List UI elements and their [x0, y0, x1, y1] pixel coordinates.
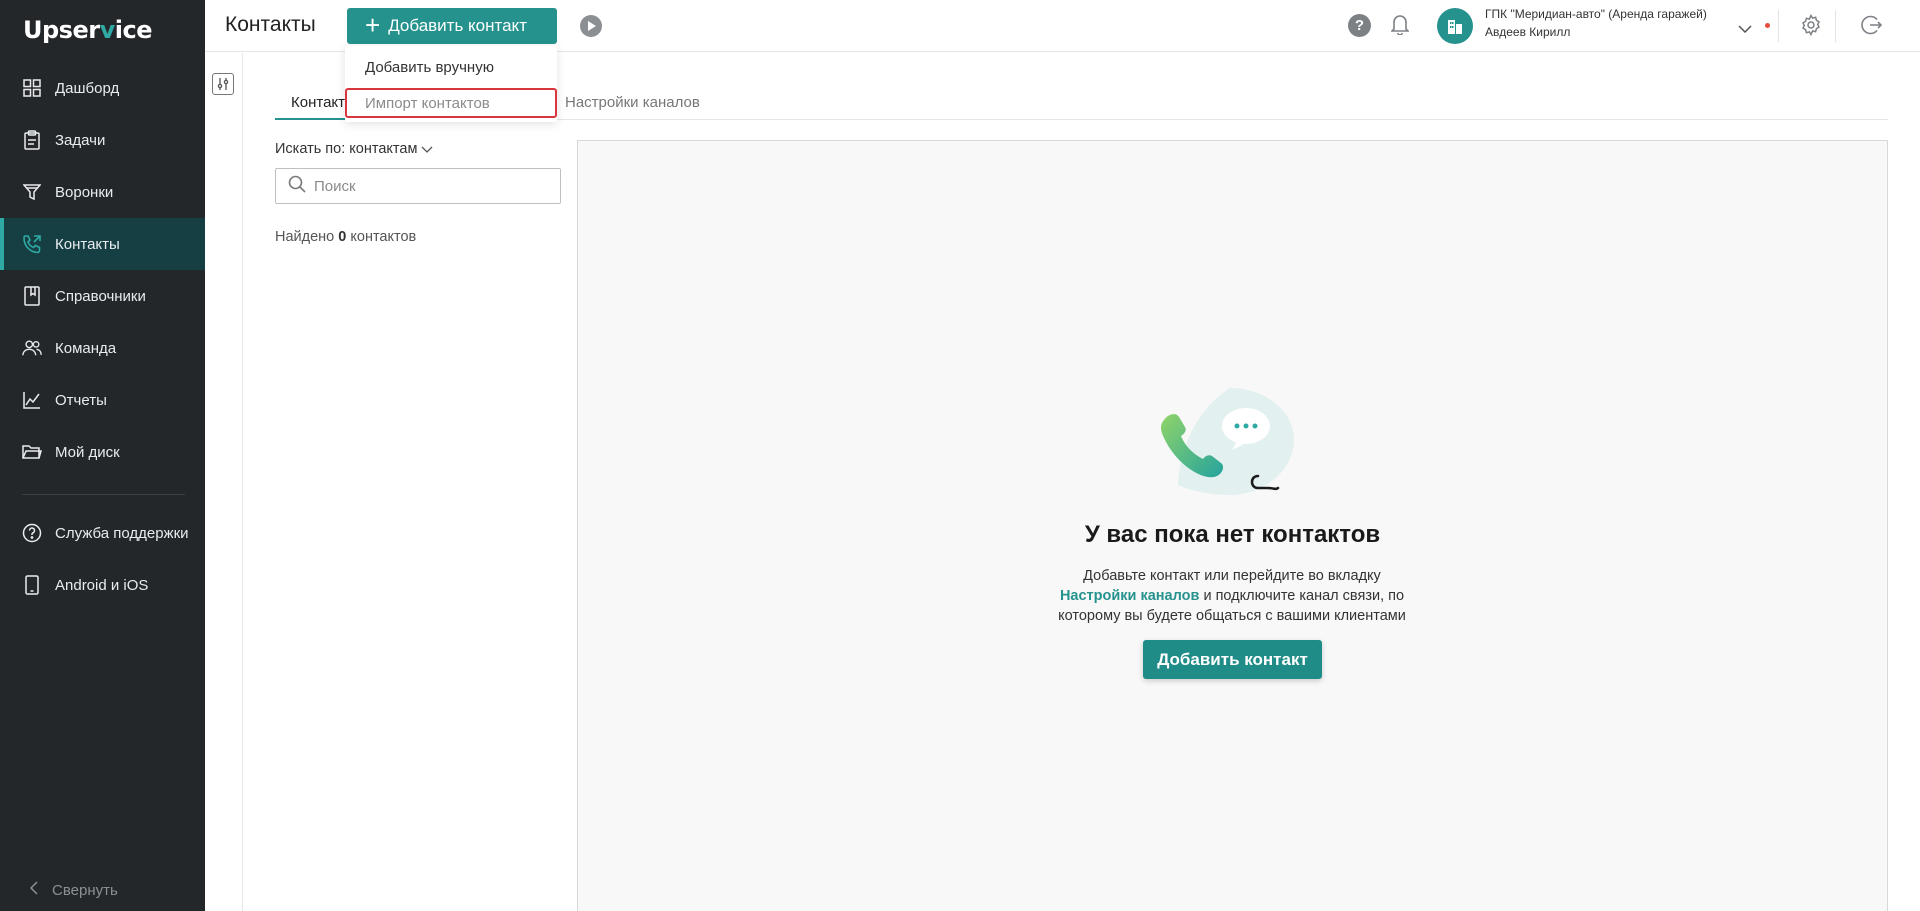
sidebar-item-label: Воронки	[55, 183, 114, 201]
sidebar-item-tasks[interactable]: Задачи	[0, 114, 205, 166]
sidebar: Upservice Дашборд Задачи Воронки Контакт…	[0, 0, 205, 911]
book-icon	[22, 286, 42, 306]
collapse-sidebar-button[interactable]: Свернуть	[29, 881, 118, 899]
sidebar-item-dashboard[interactable]: Дашборд	[0, 62, 205, 114]
search-by-select[interactable]: Искать по: контактам	[275, 141, 433, 157]
sidebar-item-reports[interactable]: Отчеты	[0, 374, 205, 426]
dashboard-icon	[22, 78, 42, 98]
funnel-icon	[22, 182, 42, 202]
import-contacts-label: Импорт контактов	[365, 94, 490, 112]
play-video-icon[interactable]	[580, 15, 602, 37]
sidebar-item-label: Задачи	[55, 131, 106, 149]
sidebar-item-label: Отчеты	[55, 391, 107, 409]
empty-contacts-illustration	[1158, 388, 1310, 507]
folder-icon	[22, 442, 42, 462]
sidebar-item-label: Служба поддержки	[55, 524, 189, 542]
filter-strip	[205, 53, 243, 911]
import-contacts-item[interactable]: Импорт контактов	[345, 86, 557, 120]
user-name: Авдеев Кирилл	[1485, 25, 1571, 39]
plus-icon: +	[365, 9, 381, 40]
page-title: Контакты	[225, 13, 316, 36]
tab-channel-settings[interactable]: Настройки каналов	[565, 94, 700, 111]
chevron-down-icon[interactable]	[1738, 20, 1752, 37]
chevron-left-icon	[29, 881, 38, 899]
search-icon	[288, 175, 306, 197]
found-count-value: 0	[338, 229, 347, 245]
sidebar-item-label: Мой диск	[55, 443, 120, 461]
mobile-icon	[22, 575, 42, 595]
sidebar-item-label: Контакты	[55, 235, 120, 253]
sidebar-item-support[interactable]: Служба поддержки	[0, 507, 205, 559]
filter-settings-icon[interactable]	[212, 73, 234, 95]
empty-state-description: Добавьте контакт или перейдите во вкладк…	[1058, 568, 1406, 624]
bell-icon[interactable]	[1390, 13, 1410, 39]
channel-settings-link[interactable]: Настройки каналов	[1060, 588, 1199, 604]
sidebar-item-team[interactable]: Команда	[0, 322, 205, 374]
notification-dot	[1765, 23, 1770, 28]
found-count: Найдено 0 контактов	[275, 229, 417, 245]
header-divider	[1778, 10, 1779, 42]
gear-icon[interactable]	[1800, 13, 1822, 40]
search-by-label: Искать по: контактам	[275, 141, 418, 157]
search-input[interactable]	[314, 177, 554, 195]
sidebar-item-mobile-apps[interactable]: Android и iOS	[0, 559, 205, 611]
header-divider	[1835, 10, 1836, 42]
top-header: Контакты + Добавить контакт ? ГПК "Мерид…	[205, 0, 1920, 52]
sidebar-item-label: Android и iOS	[55, 576, 149, 594]
search-field[interactable]	[275, 168, 561, 204]
sidebar-divider	[22, 494, 185, 495]
sidebar-item-label: Команда	[55, 339, 117, 357]
empty-state-title: У вас пока нет контактов	[1084, 521, 1381, 548]
tab-contacts[interactable]: Контакт	[274, 94, 348, 120]
tasks-icon	[22, 130, 42, 150]
help-circle-icon	[22, 523, 42, 543]
add-contact-dropdown: Добавить вручную Импорт контактов	[345, 46, 557, 122]
sidebar-item-directories[interactable]: Справочники	[0, 270, 205, 322]
collapse-label: Свернуть	[52, 881, 118, 899]
add-manually-item[interactable]: Добавить вручную	[345, 50, 557, 84]
add-contact-button[interactable]: + Добавить контакт	[347, 8, 557, 44]
sidebar-item-my-disk[interactable]: Мой диск	[0, 426, 205, 478]
app-logo[interactable]: Upservice	[23, 16, 152, 44]
organization-name: ГПК "Меридиан-авто" (Аренда гаражей)	[1485, 7, 1707, 21]
sidebar-nav: Дашборд Задачи Воронки Контакты Справочн…	[0, 62, 205, 611]
sidebar-item-label: Справочники	[55, 287, 146, 305]
contacts-phone-icon	[22, 234, 42, 254]
add-contact-label: Добавить контакт	[388, 16, 527, 35]
logout-icon[interactable]	[1860, 14, 1883, 40]
sidebar-item-funnels[interactable]: Воронки	[0, 166, 205, 218]
help-icon[interactable]: ?	[1348, 14, 1371, 37]
chevron-down-icon	[421, 146, 433, 153]
sidebar-item-contacts[interactable]: Контакты	[0, 218, 205, 270]
team-icon	[22, 338, 42, 358]
organization-avatar[interactable]	[1437, 8, 1473, 44]
sidebar-item-label: Дашборд	[55, 79, 120, 97]
add-contact-empty-button[interactable]: Добавить контакт	[1143, 640, 1322, 679]
chart-icon	[22, 390, 42, 410]
